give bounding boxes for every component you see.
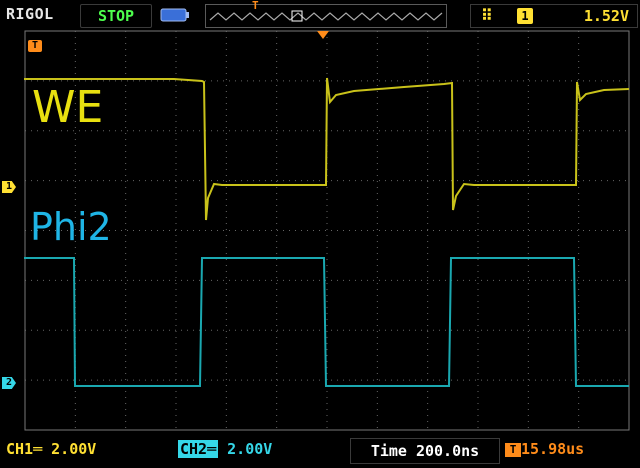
channel1-annotation: WE (32, 82, 104, 133)
dc-coupling-icon: ═ (33, 440, 43, 458)
channel2-annotation: Phi2 (30, 205, 112, 249)
ch2-ground-marker[interactable]: 2 (2, 377, 16, 389)
ch2-label-text: CH2 (180, 440, 208, 458)
ch1-ground-marker[interactable]: 1 (2, 181, 16, 193)
time-label: Time (370, 442, 407, 460)
ch2-label: CH2═ (178, 440, 219, 458)
ch1-scale: 2.00V (51, 440, 97, 458)
trigger-level: 1.52V (583, 7, 629, 25)
memory-waveform-preview (209, 10, 443, 22)
memory-depth-bar[interactable]: T (205, 0, 447, 28)
waveform-display[interactable] (24, 30, 636, 432)
rising-edge-icon: ⠿ (481, 6, 493, 25)
bottom-status-bar: CH1═ 2.00V CH2═ 2.00V Time 200.0ns T 15.9… (0, 434, 640, 468)
ch1-label: CH1 (6, 440, 34, 458)
ch1-trace (24, 77, 630, 221)
waveform-canvas (24, 30, 630, 431)
ch2-scale-readout[interactable]: CH2═ 2.00V (178, 440, 272, 458)
brand-logo: RIGOL (6, 5, 54, 23)
dc-coupling-icon: ═ (207, 440, 217, 458)
trigger-offset-readout[interactable]: T 15.98us (505, 440, 584, 458)
timebase-readout[interactable]: Time 200.0ns (350, 438, 500, 464)
run-stop-status[interactable]: STOP (80, 4, 152, 28)
battery-icon (160, 8, 189, 22)
trigger-offset-icon: T (505, 442, 521, 457)
trigger-offset-value: 15.98us (521, 440, 585, 458)
memory-trigger-marker: T (252, 0, 259, 12)
trigger-source-badge: 1 (517, 8, 533, 24)
status-bar: RIGOL STOP T ⠿ 1 1.52V (0, 0, 640, 30)
ch1-scale-readout[interactable]: CH1═ 2.00V (6, 440, 96, 458)
ch2-scale: 2.00V (227, 440, 273, 458)
time-scale: 200.0ns (415, 442, 480, 460)
trigger-panel[interactable]: ⠿ 1 1.52V (470, 4, 638, 28)
